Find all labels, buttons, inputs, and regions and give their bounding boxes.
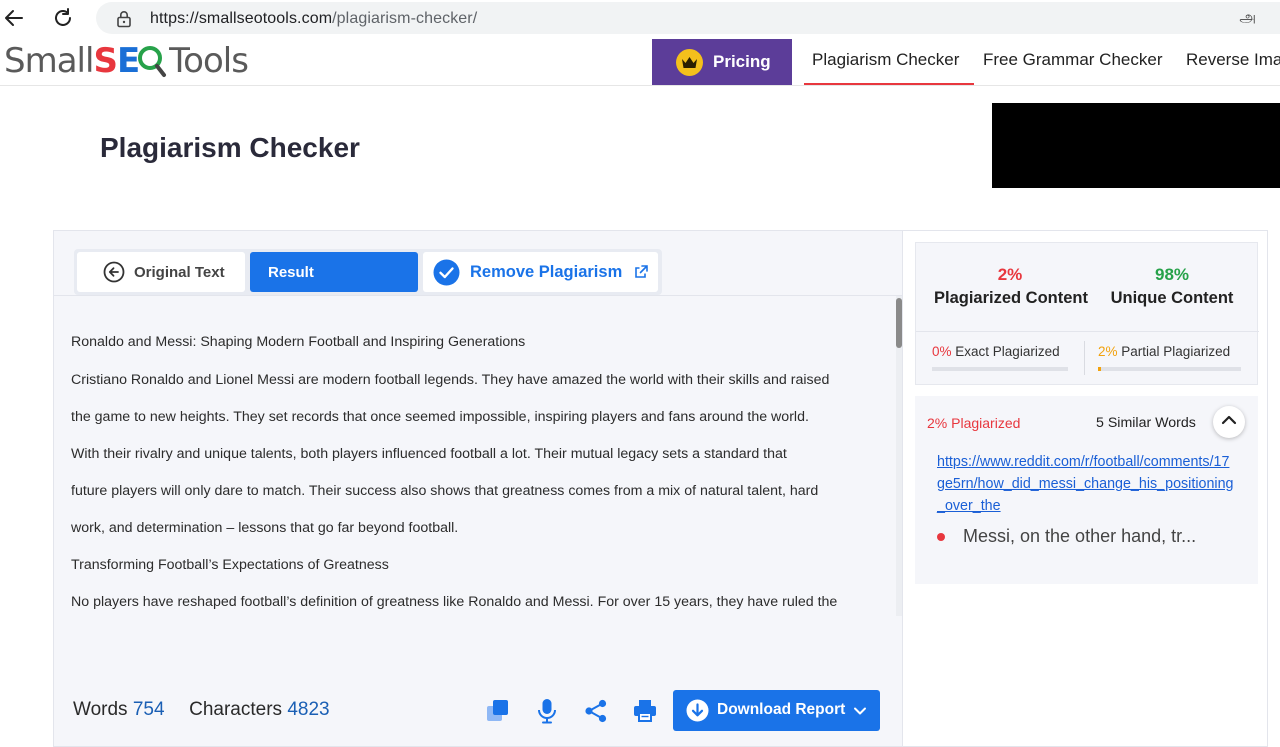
tab-result-label: Result [268,264,314,281]
pricing-button[interactable]: Pricing [652,39,792,85]
tab-original-text[interactable]: Original Text [77,252,245,292]
text-line: Ronaldo and Messi: Shaping Modern Footba… [71,334,526,350]
stats-summary-card: 2% Plagiarized Content 98% Unique Conten… [915,242,1259,385]
pricing-label: Pricing [713,52,771,71]
partial-plagiarized-stat: 2% Partial Plagiarized [1098,344,1230,359]
url-path: /plagiarism-checker/ [332,10,478,27]
characters-label: Characters [189,699,283,720]
tab-result[interactable]: Result [250,252,418,292]
partial-label: Partial Plagiarized [1121,344,1231,359]
words-count: 754 [132,699,165,720]
plagiarized-label: Plagiarized Content [933,289,1089,307]
site-logo[interactable]: SmallSEQTools [4,41,249,81]
stats-panel: 2% Plagiarized Content 98% Unique Conten… [902,230,1268,747]
collapse-button[interactable] [1213,406,1245,438]
words-label: Words [73,699,128,720]
lock-icon[interactable] [116,10,132,33]
url-host: https://smallseotools.com [150,10,333,27]
ad-banner[interactable] [992,103,1280,188]
bullet-dot-icon [937,533,945,541]
text-line: work, and determination – lessons that g… [71,520,459,536]
logo-letter-e: E [116,41,140,81]
source-match-card: 2% Plagiarized 5 Similar Words https://w… [915,396,1258,584]
external-link-icon [634,264,649,284]
tab-remove-plagiarism[interactable]: Remove Plagiarism [423,252,658,292]
tab-remove-label: Remove Plagiarism [470,263,623,281]
microphone-icon[interactable] [533,697,561,725]
source-url-link[interactable]: https://www.reddit.com/r/football/commen… [937,451,1237,517]
unique-label: Unique Content [1110,289,1234,307]
logo-text-tools: Tools [169,41,249,81]
tab-original-label: Original Text [134,264,225,281]
logo-text-small: Small [4,41,94,81]
matched-snippet: Messi, on the other hand, tr... [963,526,1197,546]
partial-progress-bar [1098,367,1241,371]
translate-icon[interactable]: அ [1239,9,1256,28]
crown-icon [676,49,703,76]
text-line: With their rivalry and unique talents, b… [71,446,787,462]
nav-free-grammar-checker[interactable]: Free Grammar Checker [983,50,1162,70]
page-title: Plagiarism Checker [100,132,360,163]
copy-icon[interactable] [484,697,512,725]
text-line: No players have reshaped football’s defi… [71,594,838,610]
sub-stat-divider [1084,341,1085,375]
text-line: the game to new heights. They set record… [71,409,809,425]
partial-percent: 2% [1098,344,1118,359]
magnifier-icon [138,46,169,77]
chevron-up-icon [1221,413,1237,431]
exact-percent: 0% [932,344,952,359]
plagiarized-percent: 2% [997,265,1023,284]
nav-plagiarism-checker[interactable]: Plagiarism Checker [812,50,959,70]
text-line: Transforming Football’s Expectations of … [71,557,389,573]
chevron-down-icon [853,704,867,722]
back-circle-icon [103,261,125,288]
document-text-area[interactable]: Ronaldo and Messi: Shaping Modern Footba… [54,295,904,675]
text-line: future players will only dare to match. … [71,483,819,499]
browser-bar: https://smallseotools.com/plagiarism-che… [0,0,1280,36]
exact-plagiarized-stat: 0% Exact Plagiarized [932,344,1060,359]
partial-progress-fill [1098,367,1101,371]
characters-count: 4823 [287,699,330,720]
tab-bar: Original Text Result Remove Plagiarism [74,249,662,295]
download-icon [686,699,709,727]
address-bar[interactable]: https://smallseotools.com/plagiarism-che… [96,2,1280,34]
url-text: https://smallseotools.com/plagiarism-che… [150,10,477,28]
similar-words-count: 5 Similar Words [1096,415,1196,431]
download-report-button[interactable]: Download Report [673,690,880,731]
exact-label: Exact Plagiarized [955,344,1060,359]
logo-letter-s: S [93,41,117,81]
share-icon[interactable] [582,697,610,725]
nav-active-indicator [804,83,974,85]
result-panel: Original Text Result Remove Plagiarism R… [53,230,904,747]
print-icon[interactable] [631,697,659,725]
back-arrow-icon[interactable] [2,6,26,30]
word-char-counts: Words 754 Characters 4823 [73,699,330,721]
exact-progress-bar [932,367,1068,371]
check-circle-icon [433,259,460,291]
unique-percent: 98% [1154,265,1190,284]
site-header: SmallSEQTools Pricing Plagiarism Checker… [0,36,1280,86]
download-report-label: Download Report [717,701,846,718]
source-plagiarized-percent: 2% Plagiarized [927,415,1021,431]
text-line: Cristiano Ronaldo and Lionel Messi are m… [71,372,830,388]
stats-divider [916,331,1259,332]
nav-reverse-image[interactable]: Reverse Ima [1186,50,1280,70]
reload-icon[interactable] [51,6,75,30]
